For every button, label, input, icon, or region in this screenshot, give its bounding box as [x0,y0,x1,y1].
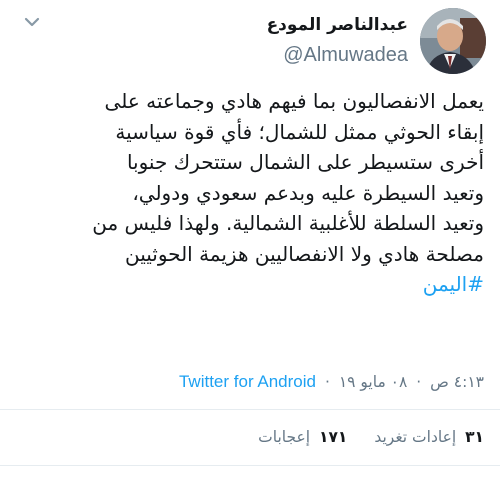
retweets-stat[interactable]: ٣١ إعادات تغريد [374,428,484,446]
divider [0,465,500,466]
tweet-date: ٠٨ مايو ١٩ [338,373,408,391]
likes-label: إعجابات [258,428,311,446]
tweet-text-line: وتعيد السيطرة عليه وبدعم سعودي ودولي، [132,180,484,205]
avatar[interactable] [420,8,486,74]
likes-count: ١٧١ [319,428,348,446]
chevron-down-icon[interactable] [22,12,42,32]
tweet-header: عبدالناصر المودع @Almuwadea [267,8,486,78]
tweet-container: عبدالناصر المودع @Almuwadea يعمل الانفصا… [0,0,500,485]
tweet-meta: ٤:١٣ ص · ٠٨ مايو ١٩ · Twitter for Androi… [179,372,484,392]
tweet-time: ٤:١٣ ص [425,373,484,391]
tweet-text: يعمل الانفصاليون بما فيهم هادي وجماعته ع… [14,86,484,300]
avatar-image [420,8,486,74]
tweet-text-line: أخرى ستسيطر على الشمال ستتحرك جنوبا [126,150,484,174]
tweet-text-line: يعمل الانفصاليون بما فيهم هادي وجماعته ع… [104,89,484,113]
divider [0,409,500,410]
tweet-stats: ٣١ إعادات تغريد ١٧١ إعجابات [236,428,484,446]
tweet-text-line: مصلحة هادي ولا الانفصاليين هزيمة الحوثيي… [124,241,484,266]
author-handle[interactable]: @Almuwadea [283,42,408,68]
author-info: عبدالناصر المودع @Almuwadea [267,14,408,68]
likes-stat[interactable]: ١٧١ إعجابات [258,428,347,446]
meta-separator: · [324,373,330,391]
retweets-count: ٣١ [465,428,484,446]
author-display-name[interactable]: عبدالناصر المودع [267,14,408,36]
tweet-source-link[interactable]: Twitter for Android [179,372,316,391]
hashtag-link[interactable]: #اليمن [14,269,484,300]
tweet-text-line: وتعيد السلطة للأغلبية الشمالية. ولهذا فل… [92,211,484,235]
tweet-text-line: إبقاء الحوثي ممثل للشمال؛ فأي قوة سياسية [115,119,484,144]
retweets-label: إعادات تغريد [374,428,457,446]
meta-separator: · [416,373,422,391]
